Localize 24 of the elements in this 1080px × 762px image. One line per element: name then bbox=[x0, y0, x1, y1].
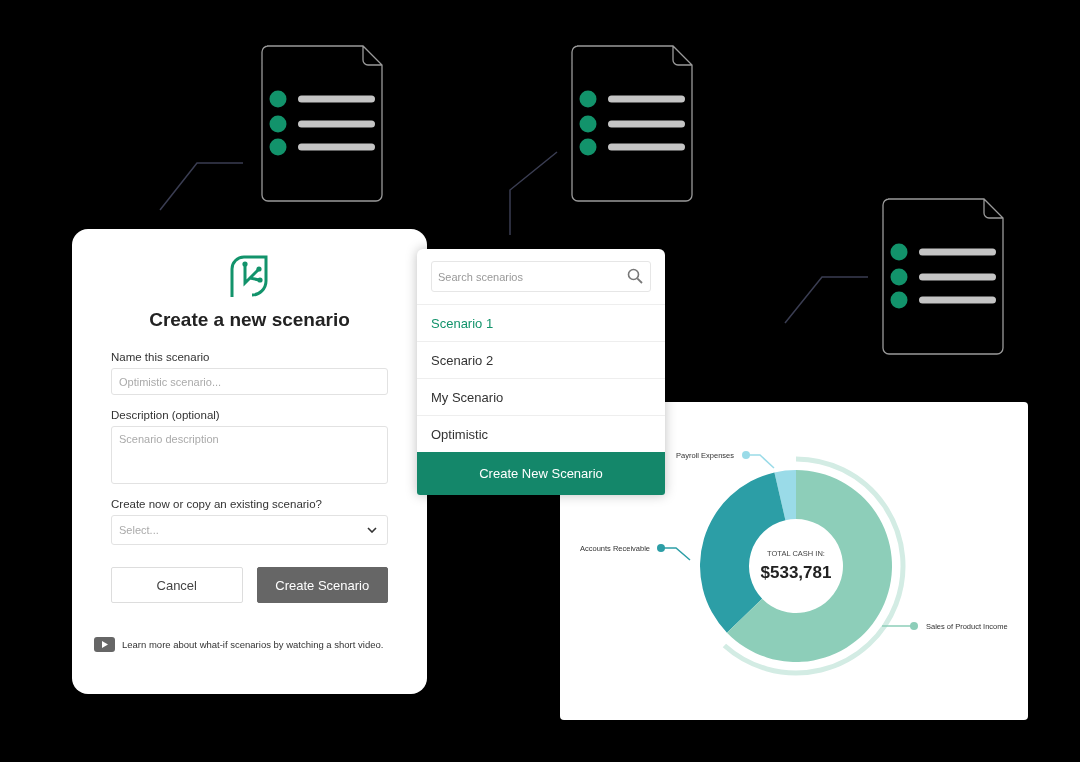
leader-line bbox=[881, 622, 918, 630]
leader-line bbox=[657, 544, 691, 561]
field-label: Description (optional) bbox=[111, 409, 221, 421]
scenario-item[interactable]: Scenario 2 bbox=[417, 341, 665, 378]
chevron-down-icon bbox=[367, 527, 377, 533]
scenario-item[interactable]: My Scenario bbox=[417, 378, 665, 415]
description-text-area[interactable]: Scenario description bbox=[111, 426, 388, 484]
leader-line bbox=[742, 451, 775, 469]
create-scenario-button[interactable]: Create Scenario bbox=[256, 567, 388, 603]
search-field[interactable]: Search scenarios bbox=[431, 261, 651, 292]
search-icon bbox=[627, 268, 643, 284]
document-icon bbox=[571, 45, 693, 202]
scenario-item[interactable]: Scenario 1 bbox=[417, 304, 665, 341]
field-label: Create now or copy an existing scenario? bbox=[111, 498, 323, 510]
play-video-icon bbox=[94, 637, 115, 652]
video-link-text[interactable]: Learn more about what-if scenarios by watching a short video. bbox=[122, 639, 384, 650]
create-new-scenario-button[interactable]: Create New Scenario bbox=[417, 452, 665, 495]
cancel-button[interactable]: Cancel bbox=[111, 567, 243, 603]
dialog-title: Create a new scenario bbox=[148, 309, 351, 331]
document-icon bbox=[261, 45, 383, 202]
document-icon bbox=[882, 198, 1004, 355]
field-label: Name this scenario bbox=[111, 351, 211, 363]
name-input-field[interactable]: Optimistic scenario... bbox=[111, 368, 388, 395]
total-amount: $533,781 bbox=[760, 563, 832, 582]
